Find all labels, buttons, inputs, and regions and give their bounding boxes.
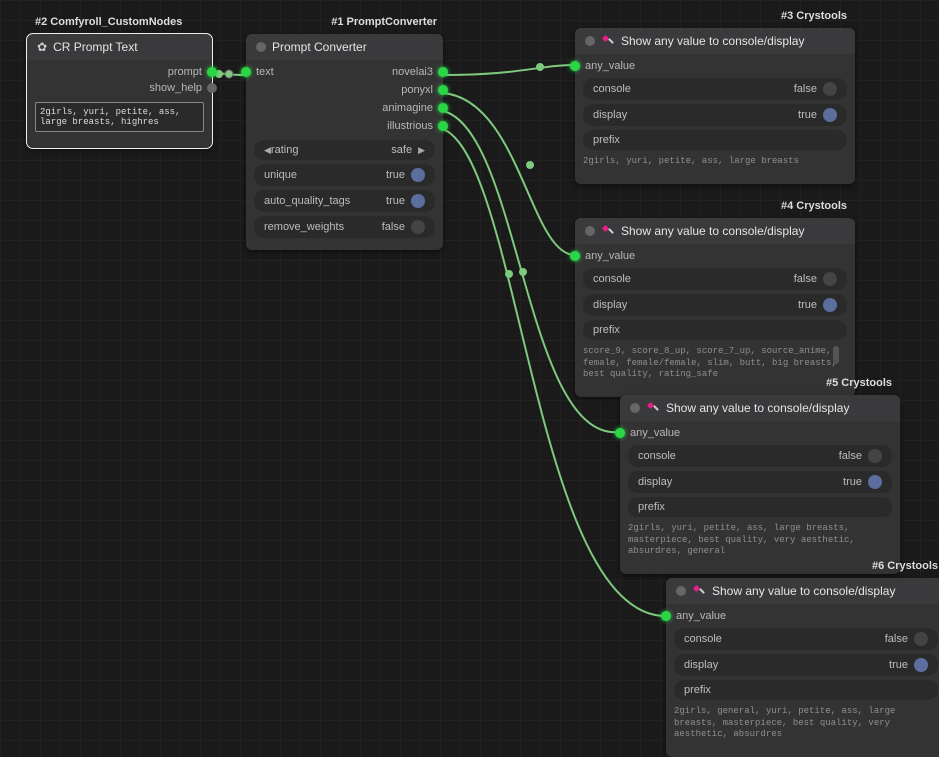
port-input[interactable]: [570, 61, 580, 71]
output-animagine[interactable]: animagine: [372, 100, 443, 116]
node-tag: #6 Crystools: [872, 560, 938, 572]
node-title: Show any value to console/display: [621, 224, 804, 238]
node-tag: #4 Crystools: [781, 200, 847, 212]
input-any-value[interactable]: any_value: [575, 58, 855, 74]
toggle-icon[interactable]: [411, 168, 425, 182]
input-any-value[interactable]: any_value: [666, 608, 939, 624]
widget-console[interactable]: console false: [583, 78, 847, 100]
node-tag: #3 Crystools: [781, 10, 847, 22]
node-title-bar[interactable]: Show any value to console/display: [666, 578, 939, 604]
port-output[interactable]: [438, 85, 448, 95]
output-text: 2girls, yuri, petite, ass, large breasts: [583, 156, 847, 168]
widget-prefix[interactable]: prefix: [674, 680, 938, 700]
output-prompt[interactable]: prompt: [27, 64, 212, 80]
toggle-icon[interactable]: [411, 220, 425, 234]
status-dot-icon: [585, 36, 595, 46]
scrollbar[interactable]: [833, 346, 839, 364]
toggle-icon[interactable]: [914, 658, 928, 672]
output-text: 2girls, yuri, petite, ass, large breasts…: [628, 523, 892, 558]
widget-display[interactable]: display true: [583, 294, 847, 316]
widget-display[interactable]: display true: [583, 104, 847, 126]
toggle-icon[interactable]: [411, 194, 425, 208]
toggle-icon[interactable]: [823, 108, 837, 122]
port-input[interactable]: [661, 611, 671, 621]
node-title: Show any value to console/display: [666, 401, 849, 415]
brush-icon: [692, 584, 706, 598]
output-text: score_9, score_8_up, score_7_up, source_…: [583, 346, 847, 381]
node-show-value[interactable]: #4 Crystools Show any value to console/d…: [575, 218, 855, 397]
node-show-value[interactable]: #5 Crystools Show any value to console/d…: [620, 395, 900, 574]
node-show-value[interactable]: #3 Crystools Show any value to console/d…: [575, 28, 855, 184]
node-tag: #1 PromptConverter: [331, 16, 437, 28]
node-title: CR Prompt Text: [53, 40, 137, 54]
brush-icon: [601, 34, 615, 48]
node-title-bar[interactable]: Show any value to console/display: [620, 395, 900, 421]
input-text[interactable]: text: [246, 64, 284, 80]
brush-icon: [601, 224, 615, 238]
toggle-icon[interactable]: [823, 82, 837, 96]
input-any-value[interactable]: any_value: [575, 248, 855, 264]
prompt-textarea[interactable]: 2girls, yuri, petite, ass, large breasts…: [35, 102, 204, 132]
node-title: Show any value to console/display: [712, 584, 895, 598]
port-output[interactable]: [438, 67, 448, 77]
node-title-bar[interactable]: Show any value to console/display: [575, 28, 855, 54]
node-title-bar[interactable]: ✿ CR Prompt Text: [27, 34, 212, 60]
node-cr-prompt-text[interactable]: #2 Comfyroll_CustomNodes ✿ CR Prompt Tex…: [27, 34, 212, 148]
toggle-icon[interactable]: [914, 632, 928, 646]
node-title: Show any value to console/display: [621, 34, 804, 48]
toggle-icon[interactable]: [823, 272, 837, 286]
node-title: Prompt Converter: [272, 40, 367, 54]
widget-console[interactable]: console false: [628, 445, 892, 467]
output-illustrious[interactable]: illustrious: [377, 118, 443, 134]
chevron-left-icon[interactable]: ◀: [264, 145, 271, 156]
widget-rating[interactable]: ◀ rating safe ▶: [254, 140, 435, 160]
widget-unique[interactable]: unique true: [254, 164, 435, 186]
gear-icon: ✿: [37, 40, 47, 54]
output-text: 2girls, general, yuri, petite, ass, larg…: [674, 706, 938, 741]
node-title-bar[interactable]: Show any value to console/display: [575, 218, 855, 244]
chevron-right-icon[interactable]: ▶: [418, 145, 425, 156]
output-novelai3[interactable]: novelai3: [382, 64, 443, 80]
node-tag: #2 Comfyroll_CustomNodes: [35, 16, 182, 28]
port-output[interactable]: [438, 121, 448, 131]
port-output[interactable]: [207, 83, 217, 93]
output-ponyxl[interactable]: ponyxl: [391, 82, 443, 98]
port-output[interactable]: [438, 103, 448, 113]
toggle-icon[interactable]: [868, 475, 882, 489]
widget-prefix[interactable]: prefix: [628, 497, 892, 517]
status-dot-icon: [256, 42, 266, 52]
toggle-icon[interactable]: [823, 298, 837, 312]
node-prompt-converter[interactable]: #1 PromptConverter Prompt Converter text…: [246, 34, 443, 250]
node-tag: #5 Crystools: [826, 377, 892, 389]
status-dot-icon: [630, 403, 640, 413]
toggle-icon[interactable]: [868, 449, 882, 463]
widget-prefix[interactable]: prefix: [583, 320, 847, 340]
output-show-help[interactable]: show_help: [27, 80, 212, 96]
widget-display[interactable]: display true: [674, 654, 938, 676]
status-dot-icon: [676, 586, 686, 596]
port-input[interactable]: [615, 428, 625, 438]
widget-remove-weights[interactable]: remove_weights false: [254, 216, 435, 238]
node-title-bar[interactable]: Prompt Converter: [246, 34, 443, 60]
brush-icon: [646, 401, 660, 415]
widget-console[interactable]: console false: [674, 628, 938, 650]
input-any-value[interactable]: any_value: [620, 425, 900, 441]
widget-console[interactable]: console false: [583, 268, 847, 290]
status-dot-icon: [585, 226, 595, 236]
port-output[interactable]: [207, 67, 217, 77]
widget-auto-quality-tags[interactable]: auto_quality_tags true: [254, 190, 435, 212]
widget-prefix[interactable]: prefix: [583, 130, 847, 150]
widget-display[interactable]: display true: [628, 471, 892, 493]
port-input[interactable]: [241, 67, 251, 77]
node-show-value[interactable]: #6 Crystools Show any value to console/d…: [666, 578, 939, 757]
port-input[interactable]: [570, 251, 580, 261]
